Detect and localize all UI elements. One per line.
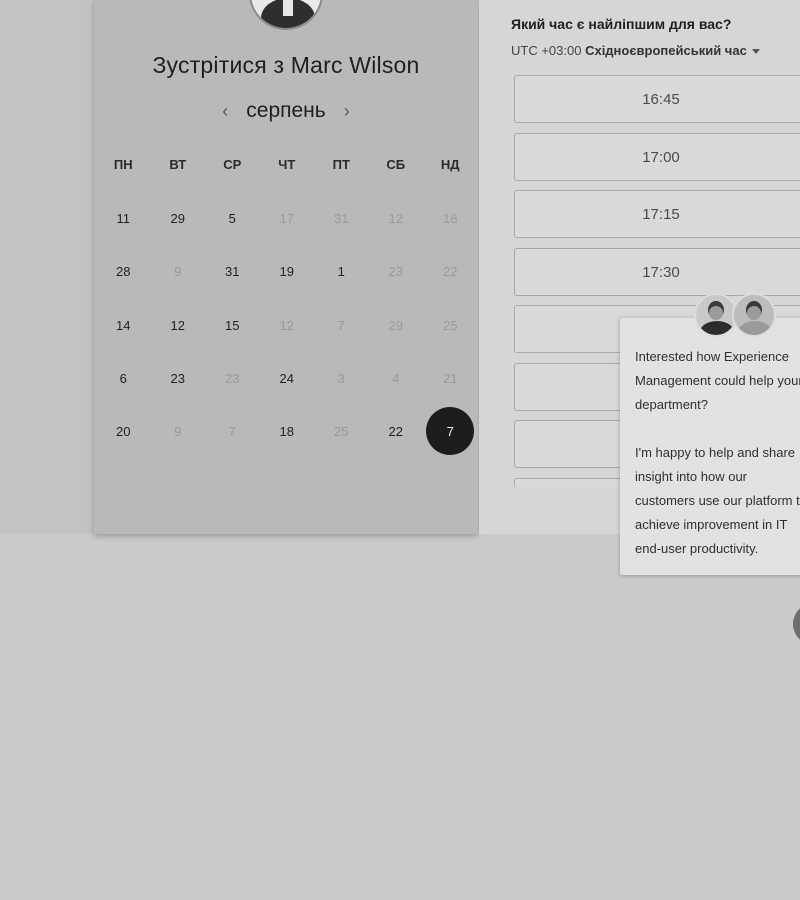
calendar-day[interactable]: 29 (154, 194, 202, 242)
calendar-day: 21 (443, 370, 458, 386)
calendar-week-row: 20 9 7 18 25 22 7 (96, 407, 478, 455)
weekday-label: СР (223, 157, 242, 172)
calendar-day[interactable]: 19 (263, 247, 311, 295)
calendar-day: 22 (443, 263, 458, 279)
timezone-offset: UTC +03:00 (511, 43, 582, 58)
calendar-day: 4 (392, 370, 400, 386)
time-slot-button[interactable]: 17:15 (514, 190, 800, 238)
calendar-day[interactable]: 1 (317, 247, 365, 295)
weekday-label: ВТ (169, 157, 187, 172)
calendar-day[interactable]: 31 (208, 247, 256, 295)
calendar-day[interactable]: 12 (154, 301, 202, 349)
calendar-day: 31 (334, 210, 349, 226)
time-slot-button[interactable]: 16:45 (514, 75, 800, 123)
calendar-day[interactable]: 20 (99, 407, 147, 455)
prev-month-icon[interactable]: ‹ (218, 101, 232, 122)
month-navigation: ‹ серпень › (94, 97, 478, 125)
timezone-name: Східноєвропейський час (585, 43, 747, 58)
weekday-label: ПН (113, 157, 133, 172)
time-slot-button[interactable]: 17:30 (514, 248, 800, 296)
month-label: серпень (246, 99, 326, 122)
calendar-day[interactable]: 15 (208, 301, 256, 349)
caret-down-icon (751, 49, 760, 55)
calendar-day: 18 (443, 210, 458, 226)
weekday-label: СБ (386, 157, 406, 172)
weekday-label: НД (440, 157, 460, 172)
next-month-icon[interactable]: › (340, 101, 354, 122)
calendar-day[interactable]: 14 (99, 301, 147, 349)
calendar-day-selected[interactable]: 7 (426, 407, 475, 455)
agent-avatar (732, 293, 776, 337)
calendar-day: 9 (174, 423, 182, 439)
calendar-day: 7 (337, 317, 345, 333)
calendar-day: 23 (388, 263, 403, 279)
chat-launcher-button[interactable] (793, 603, 800, 645)
host-avatar (249, 0, 323, 30)
calendar-week-row: 28 9 31 19 1 23 22 (96, 247, 478, 295)
calendar-day: 7 (228, 423, 236, 439)
calendar-day[interactable]: 18 (263, 407, 311, 455)
calendar-day[interactable]: 6 (99, 354, 147, 402)
calendar-day: 25 (334, 423, 349, 439)
weekday-header: ПН ВТ СР ЧТ ПТ СБ НД (96, 157, 478, 172)
calendar-week-row: 14 12 15 12 7 29 25 (96, 301, 478, 349)
calendar-day[interactable]: 5 (208, 194, 256, 242)
calendar-day[interactable]: 23 (154, 354, 202, 402)
timezone-selector[interactable]: UTC +03:00 Східноєвропейський час (511, 43, 760, 58)
calendar-day: 23 (225, 370, 240, 386)
calendar-day[interactable]: 22 (372, 407, 420, 455)
time-question: Який час є найліпшим для вас? (511, 16, 732, 32)
calendar-day[interactable]: 28 (99, 247, 147, 295)
meeting-title: Зустрітися з Marc Wilson (152, 52, 420, 78)
calendar-day[interactable]: 11 (99, 194, 147, 242)
calendar-day: 12 (279, 317, 294, 333)
calendar-week-row: 6 23 23 24 3 4 21 (96, 354, 478, 402)
calendar-day: 25 (443, 317, 458, 333)
calendar-day: 9 (174, 263, 182, 279)
calendar-day: 3 (337, 370, 345, 386)
weekday-label: ПТ (332, 157, 350, 172)
calendar-day: 17 (279, 210, 294, 226)
weekday-label: ЧТ (278, 157, 296, 172)
time-slot-button[interactable]: 17:00 (514, 133, 800, 181)
calendar-day: 12 (388, 210, 403, 226)
calendar-day: 29 (388, 317, 403, 333)
chat-message: Interested how Experience Management cou… (635, 349, 800, 556)
calendar-week-row: 11 29 5 17 31 12 18 (96, 194, 478, 242)
calendar-day[interactable]: 24 (263, 354, 311, 402)
